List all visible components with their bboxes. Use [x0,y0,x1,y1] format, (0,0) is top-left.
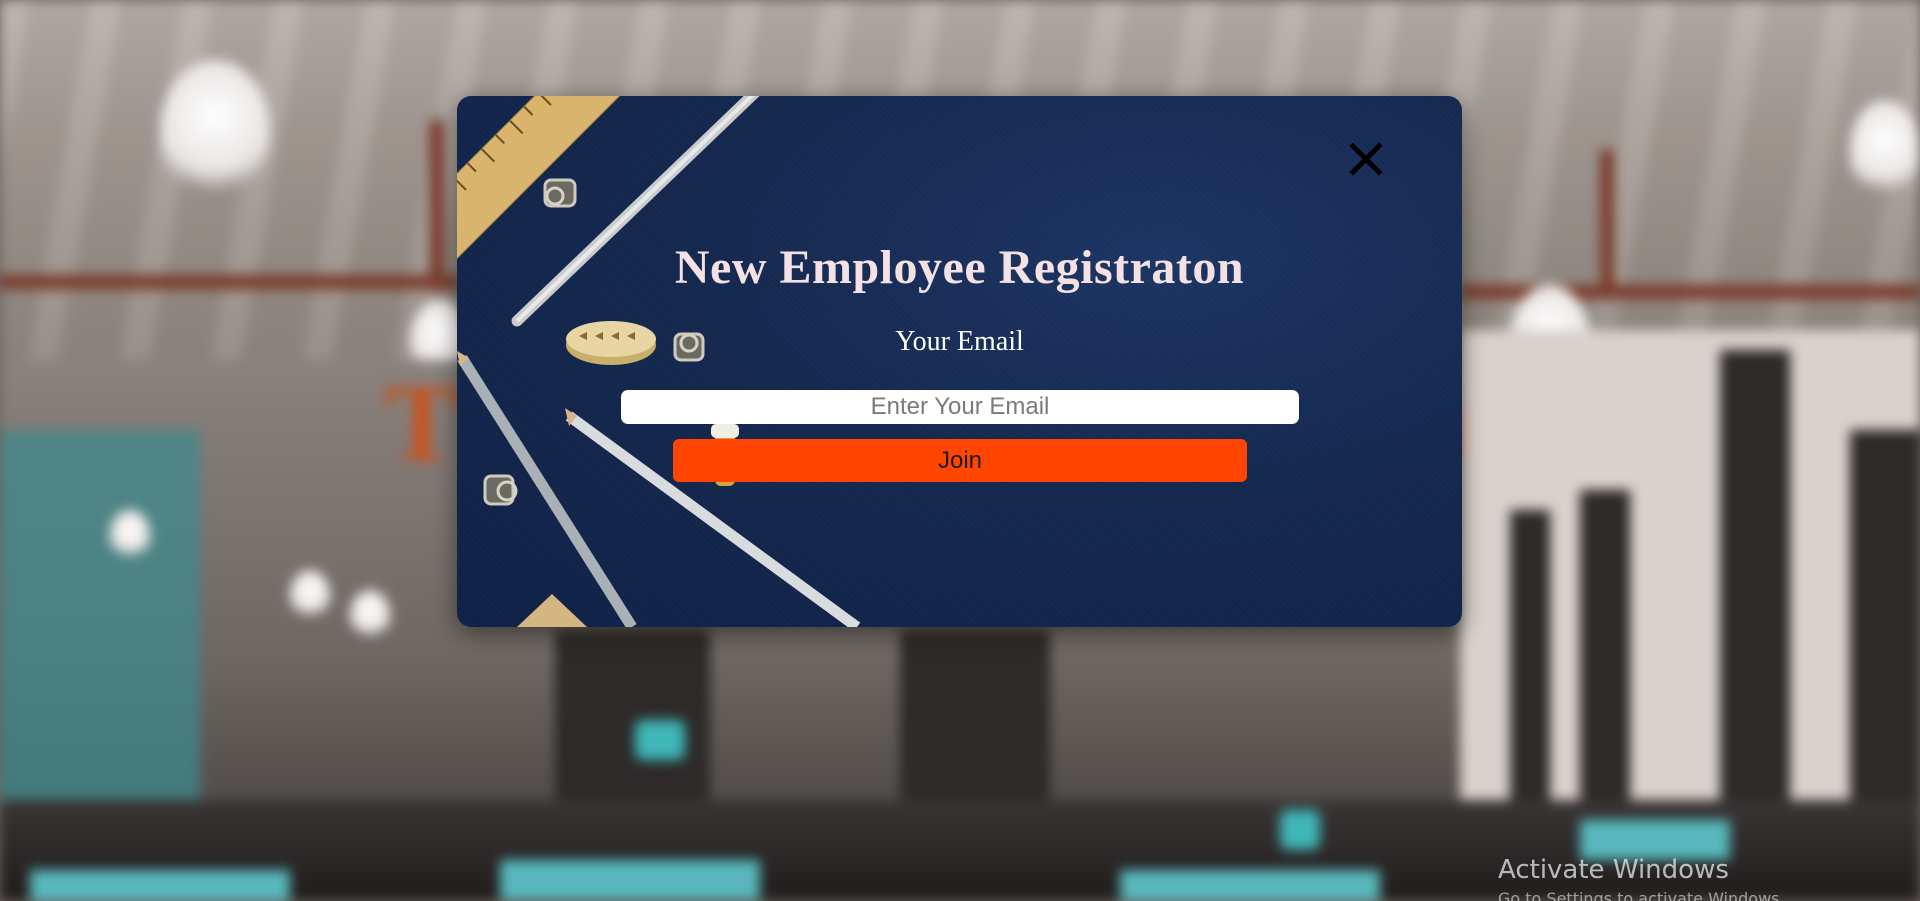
email-input[interactable] [621,390,1299,424]
activate-windows-subtext: Go to Settings to activate Windows. [1498,891,1785,901]
page: T es [0,0,1920,901]
modal-title: New Employee Registraton [674,241,1245,294]
activate-windows-watermark: Activate Windows [1498,855,1729,885]
close-icon[interactable] [1347,140,1385,178]
registration-modal: New Employee Registraton Your Email Join [457,96,1462,627]
email-label: Your Email [895,326,1024,357]
join-button[interactable]: Join [673,439,1247,482]
stationery-illustration [457,96,861,627]
